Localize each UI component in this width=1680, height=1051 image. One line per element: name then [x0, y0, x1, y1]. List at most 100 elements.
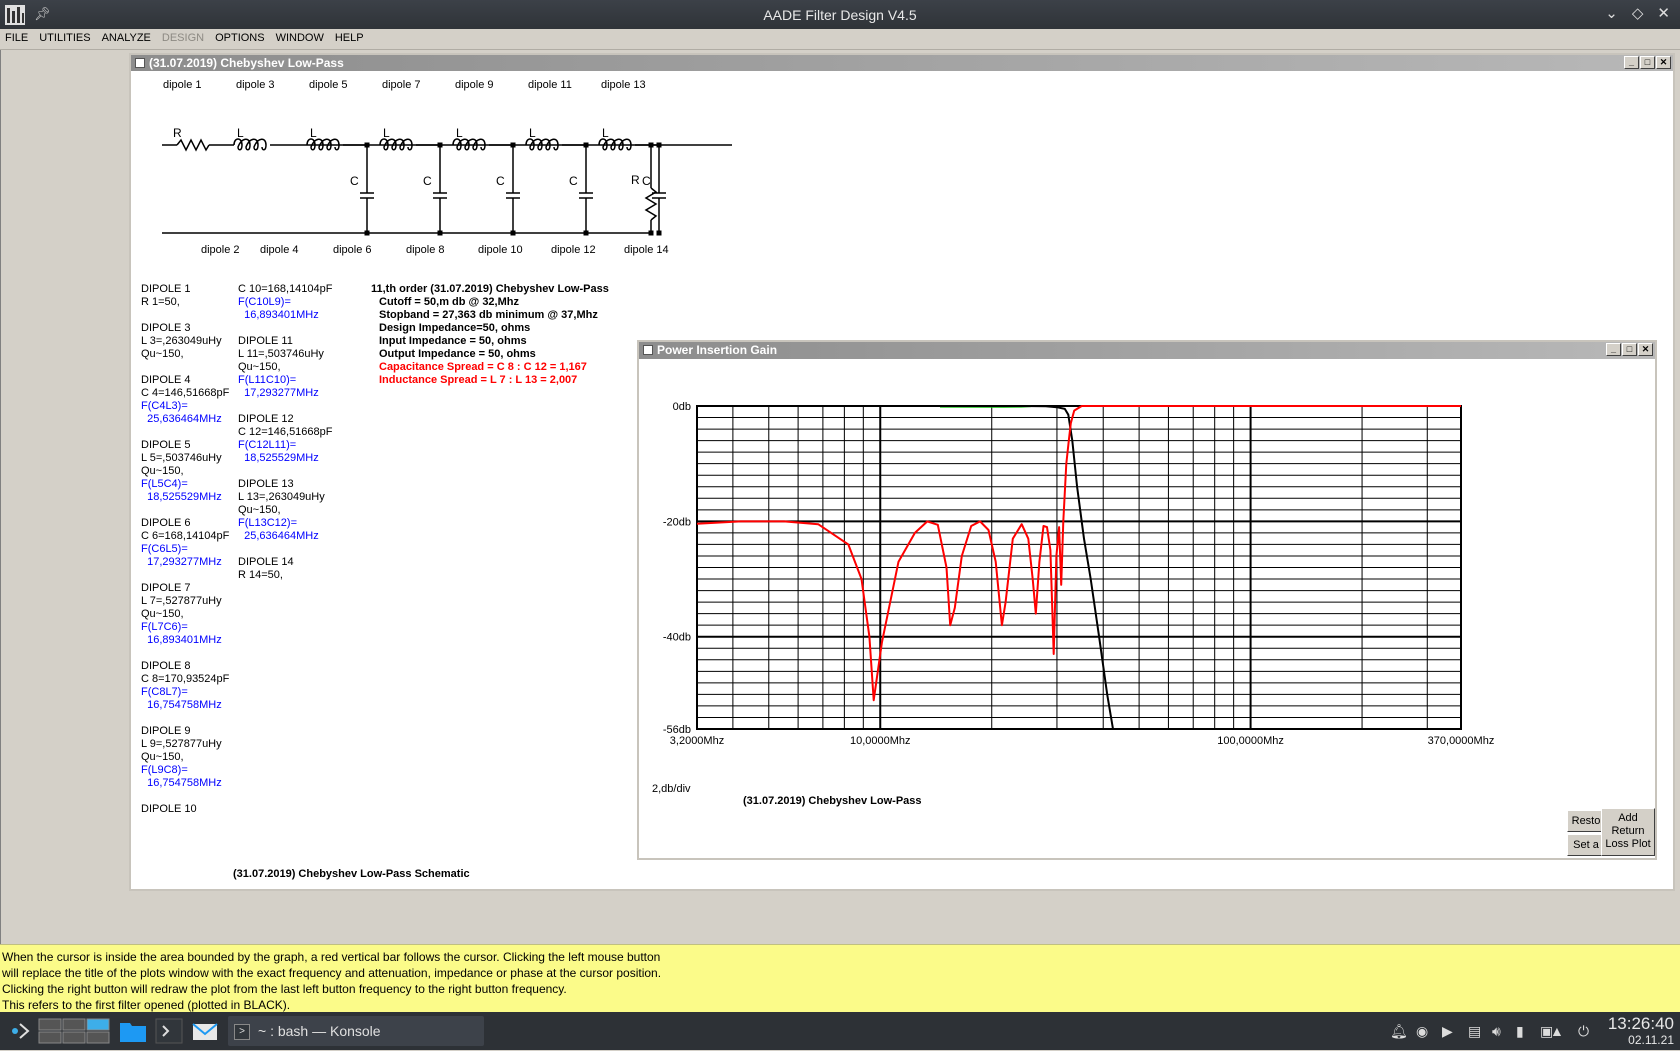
component-line: F(L5C4)=: [141, 478, 188, 490]
component-line: DIPOLE 1: [141, 283, 191, 295]
power-icon[interactable]: ⏻: [1578, 1023, 1589, 1040]
menu-analyze[interactable]: ANALYZE: [97, 29, 157, 49]
y-tick-label: 0db: [673, 401, 691, 413]
power-insertion-gain-window[interactable]: Power Insertion Gain _ □ ✕ 0db -20db -40db…: [637, 340, 1657, 860]
component-line: Output Impedance = 50, ohms: [379, 348, 536, 360]
battery-icon[interactable]: ▮: [1516, 1023, 1524, 1040]
file-manager-icon[interactable]: [118, 1016, 148, 1046]
plot-window-titlebar[interactable]: Power Insertion Gain _ □ ✕: [639, 342, 1655, 359]
menu-window[interactable]: WINDOW: [271, 29, 330, 49]
node-dot: [510, 142, 516, 148]
component-line: L 7=,527877uHy: [141, 595, 222, 607]
minimize-button[interactable]: _: [1624, 56, 1639, 69]
pin-icon[interactable]: 📌︎: [34, 6, 51, 22]
float-icon[interactable]: ◇: [1632, 4, 1644, 22]
component-letter: L: [529, 126, 536, 140]
component-line: [238, 322, 333, 335]
component-line: [238, 465, 333, 478]
mail-icon[interactable]: [190, 1016, 220, 1046]
component-letter: L: [310, 126, 317, 140]
help-line: Clicking the right button will redraw th…: [2, 982, 567, 996]
tray-expand-icon[interactable]: ▲: [1550, 1023, 1564, 1039]
app-titlebar[interactable]: 📌︎ AADE Filter Design V4.5 ⌄ ◇ ✕: [0, 0, 1680, 29]
menu-help[interactable]: HELP: [330, 29, 370, 49]
menu-file[interactable]: FILE: [0, 29, 34, 49]
scale-label: 2,db/div: [652, 783, 691, 795]
plot-window-title: Power Insertion Gain: [657, 343, 778, 357]
dipole-label: dipole 10: [478, 244, 523, 256]
x-tick-label: 100,0000Mhz: [1217, 735, 1284, 747]
launcher-icon[interactable]: [6, 1016, 32, 1046]
vpn-icon[interactable]: ◉: [1416, 1023, 1428, 1040]
y-tick-label: -20db: [663, 516, 691, 528]
maximize-button[interactable]: □: [1640, 56, 1655, 69]
component-line: C 4=146,51668pF: [141, 387, 230, 399]
component-line: 16,754758MHz: [141, 699, 222, 711]
minimize-icon[interactable]: ⌄: [1605, 4, 1618, 22]
component-line: [238, 543, 333, 556]
component-line: L 9=,527877uHy: [141, 738, 222, 750]
schematic-window-titlebar[interactable]: (31.07.2019) Chebyshev Low-Pass _ □ ✕: [131, 55, 1673, 71]
component-line: L 13=,263049uHy: [238, 491, 325, 503]
component-letter: L: [237, 126, 244, 140]
volume-icon[interactable]: 🔊︎: [1492, 1023, 1501, 1040]
clock-date: 02.11.21: [1628, 1033, 1674, 1047]
node-dot: [437, 142, 443, 148]
component-line: DIPOLE 7: [141, 582, 191, 594]
component-line: Stopband = 27,363 db minimum @ 37,Mhz: [379, 309, 598, 321]
clipboard-icon[interactable]: ▤: [1468, 1023, 1481, 1040]
task-label: ~ : bash — Konsole: [258, 1023, 381, 1039]
component-line: C 10=168,14104pF: [238, 283, 333, 295]
component-line: F(L13C12)=: [238, 517, 298, 529]
component-line: L 11=,503746uHy: [238, 348, 324, 360]
dipole-label: dipole 2: [201, 244, 240, 256]
dipole-label: dipole 12: [551, 244, 596, 256]
menu-utilities[interactable]: UTILITIES: [34, 29, 96, 49]
component-line: [141, 361, 229, 374]
terminal-icon: >: [234, 1024, 250, 1041]
pager-icon[interactable]: [38, 1016, 110, 1046]
dipole-label: dipole 4: [260, 244, 299, 256]
konsole-task-button[interactable]: > ~ : bash — Konsole: [228, 1016, 484, 1046]
component-line: L 5=,503746uHy: [141, 452, 222, 464]
media-icon[interactable]: ▶: [1442, 1023, 1453, 1040]
close-button[interactable]: ✕: [1638, 343, 1653, 356]
component-line: 16,893401MHz: [141, 634, 222, 646]
component-line: 18,525529MHz: [141, 491, 222, 503]
resistor-symbol: [644, 187, 658, 221]
notifications-icon[interactable]: 🔔︎: [1390, 1023, 1408, 1040]
component-letter: C: [496, 174, 505, 188]
menu-options[interactable]: OPTIONS: [210, 29, 271, 49]
window-icon: [643, 345, 653, 355]
close-button[interactable]: ✕: [1656, 56, 1671, 69]
dipole-label: dipole 9: [455, 79, 494, 91]
component-line: Capacitance Spread = C 8 : C 12 = 1,167: [379, 361, 587, 373]
component-line: C 8=170,93524pF: [141, 673, 230, 685]
app-icon[interactable]: [4, 4, 26, 26]
component-line: DIPOLE 13: [238, 478, 294, 490]
component-line: DIPOLE 6: [141, 517, 191, 529]
clock[interactable]: 13:26:40 02.11.21: [1608, 1014, 1674, 1047]
minimize-button[interactable]: _: [1606, 343, 1621, 356]
restore-button[interactable]: Resto: [1567, 810, 1605, 832]
close-icon[interactable]: ✕: [1657, 4, 1670, 22]
component-line: 17,293277MHz: [141, 556, 222, 568]
component-line: F(C12L11)=: [238, 439, 297, 451]
terminal-icon[interactable]: [154, 1016, 184, 1046]
component-line: 16,893401MHz: [238, 309, 319, 321]
set-button[interactable]: Set a: [1567, 834, 1605, 856]
add-return-loss-plot-button[interactable]: Add Return Loss Plot: [1601, 808, 1655, 856]
maximize-button[interactable]: □: [1622, 343, 1637, 356]
component-list-right: C 10=168,14104pF F(C10L9)= 16,893401MHz DI…: [238, 283, 333, 582]
insertion-gain-chart[interactable]: 0db-20db-40db-56db3,2000Mhz 10,0000Mhz 100…: [639, 359, 1655, 779]
component-line: DIPOLE 10: [141, 803, 197, 815]
component-line: DIPOLE 4: [141, 374, 191, 386]
component-line: R 14=50,: [238, 569, 283, 581]
component-line: Inductance Spread = L 7 : L 13 = 2,007: [379, 374, 578, 386]
menu-design: DESIGN: [161, 32, 205, 44]
plot-title: (31.07.2019) Chebyshev Low-Pass: [743, 795, 922, 807]
component-letter: C: [569, 174, 578, 188]
component-line: [141, 712, 229, 725]
component-line: L 3=,263049uHy: [141, 335, 222, 347]
component-line: 25,636464MHz: [238, 530, 319, 542]
